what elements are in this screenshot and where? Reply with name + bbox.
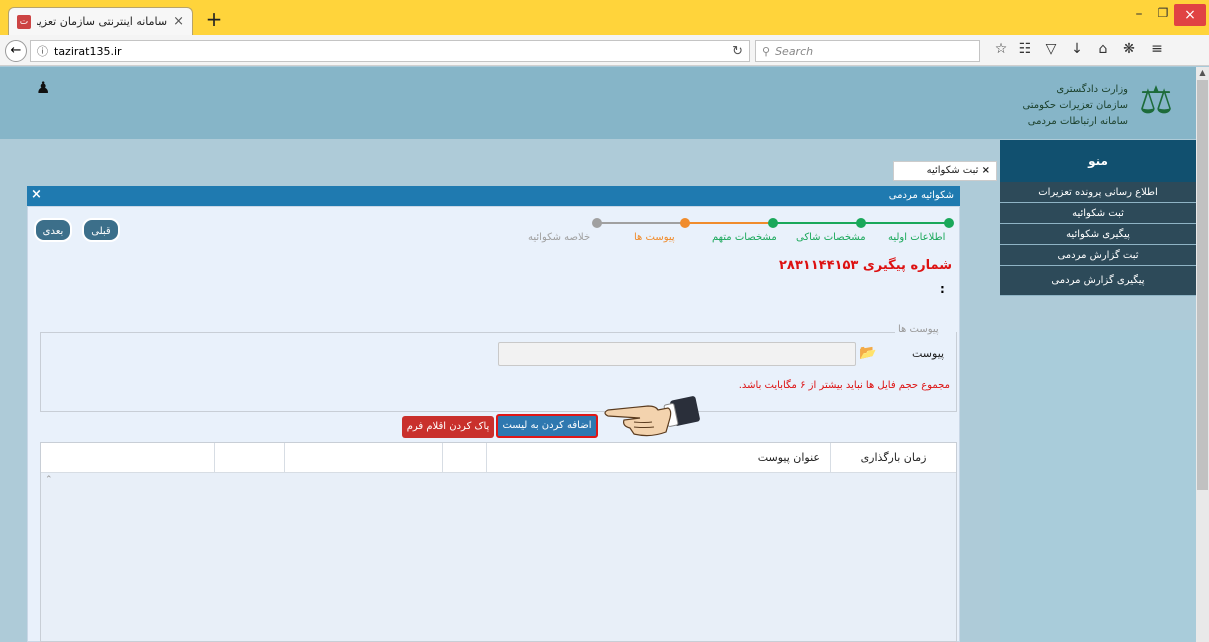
attachment-file-input[interactable] <box>498 342 856 366</box>
clear-form-button[interactable]: پاک کردن اقلام فرم <box>402 416 494 438</box>
column-upload-time: زمان بارگذاری <box>830 443 956 473</box>
search-icon: ⚲ <box>762 44 771 58</box>
sidebar-item-register-report[interactable]: ثبت گزارش مردمی <box>1000 245 1196 266</box>
bookmark-star-icon[interactable]: ☆ <box>990 41 1012 61</box>
next-button[interactable]: بعدی <box>34 218 72 242</box>
step-dot-accused <box>768 218 778 228</box>
form-close-icon[interactable]: × <box>31 187 42 202</box>
column-4 <box>284 443 442 473</box>
downloads-icon[interactable]: ↓ <box>1066 41 1088 61</box>
reload-icon[interactable]: ↻ <box>732 44 743 59</box>
home-icon[interactable]: ⌂ <box>1092 41 1114 61</box>
step-dot-initial-info <box>944 218 954 228</box>
user-icon[interactable]: ♟ <box>36 78 50 97</box>
tab-title: سامانه اینترنتی سازمان تعزیرات <box>37 15 168 28</box>
column-5 <box>214 443 284 473</box>
sidebar-background <box>1000 330 1196 642</box>
site-favicon-icon: ت <box>17 14 31 29</box>
org-line-3: سامانه ارتباطات مردمی <box>1027 116 1128 127</box>
scroll-up-icon[interactable]: ▲ <box>1196 68 1209 80</box>
sidebar-title: منو <box>1000 140 1196 182</box>
tab-register-complaint[interactable]: × ثبت شکوائیه <box>893 161 997 181</box>
organization-name: وزارت دادگستری سازمان تعزیرات حکومتی سام… <box>1018 82 1128 130</box>
folder-open-icon[interactable]: 📂 <box>857 342 879 366</box>
column-attachment-title: عنوان پیوست <box>486 443 830 473</box>
tab-close-icon[interactable]: × <box>173 14 184 29</box>
table-scroll-up-icon[interactable]: ⌃ <box>45 475 53 485</box>
step-label-accused: مشخصات متهم <box>712 232 777 243</box>
attachments-legend: پیوست ها <box>898 324 939 335</box>
form-header: شکوائیه مردمی <box>27 186 960 206</box>
scrollbar-thumb[interactable] <box>1197 80 1208 490</box>
menu-hamburger-icon[interactable]: ≡ <box>1146 41 1168 61</box>
site-info-icon[interactable]: ⓘ <box>37 43 48 59</box>
tracking-colon: : <box>940 282 945 296</box>
file-size-note: مجموع حجم فایل ها نباید بیشتر از ۶ مگابا… <box>738 380 950 391</box>
window-close-button[interactable]: × <box>1174 4 1206 26</box>
tab-close-icon[interactable]: × <box>982 165 990 176</box>
column-3 <box>442 443 486 473</box>
extension-icon[interactable]: ❋ <box>1118 41 1140 61</box>
step-label-summary: خلاصه شکوائیه <box>528 232 591 243</box>
window-minimize-button[interactable]: – <box>1128 6 1150 24</box>
tab-label: ثبت شکوائیه <box>926 165 979 176</box>
search-box[interactable]: ⚲ Search <box>755 40 980 62</box>
org-line-1: وزارت دادگستری <box>1056 84 1128 95</box>
new-tab-button[interactable]: + <box>202 9 226 31</box>
prev-button[interactable]: قبلی <box>82 218 120 242</box>
browser-tab[interactable]: × سامانه اینترنتی سازمان تعزیرات ت <box>8 7 193 35</box>
attachment-label: پیوست <box>912 347 945 360</box>
step-dot-summary <box>592 218 602 228</box>
window-maximize-button[interactable]: ❐ <box>1152 6 1174 24</box>
address-bar[interactable]: ⓘ tazirat135.ir ↻ <box>30 40 750 62</box>
sidebar-item-register-complaint[interactable]: ثبت شکوائیه <box>1000 203 1196 224</box>
tracking-number: شماره پیگیری ۲۸۳۱۱۴۴۱۵۳ <box>778 258 952 273</box>
step-label-attachments: پیوست ها <box>634 232 675 243</box>
step-dot-attachments <box>680 218 690 228</box>
org-line-2: سازمان تعزیرات حکومتی <box>1022 100 1128 111</box>
sidebar-item-track-report[interactable]: پیگیری گزارش مردمی <box>1000 266 1196 296</box>
step-dot-complainant <box>856 218 866 228</box>
step-connector <box>861 222 949 224</box>
step-label-initial-info: اطلاعات اولیه <box>888 232 946 243</box>
pocket-icon[interactable]: ▽ <box>1040 41 1062 61</box>
step-connector <box>773 222 861 224</box>
url-text: tazirat135.ir <box>54 44 122 58</box>
fieldset-top-border <box>40 332 895 333</box>
site-header <box>0 67 1196 139</box>
pointing-hand-icon <box>604 396 700 437</box>
justice-emblem-icon: ⚖ <box>1138 78 1174 122</box>
add-to-list-button[interactable]: اضافه کردن به لیست <box>496 414 598 438</box>
search-placeholder: Search <box>775 44 814 58</box>
sidebar-item-case-info[interactable]: اطلاع رسانی پرونده تعزیرات <box>1000 182 1196 203</box>
step-label-complainant: مشخصات شاکی <box>796 232 866 243</box>
back-button[interactable]: ← <box>5 40 27 62</box>
bookmarks-library-icon[interactable]: ☷ <box>1014 41 1036 61</box>
sidebar-item-track-complaint[interactable]: پیگیری شکوائیه <box>1000 224 1196 245</box>
step-connector <box>599 222 687 224</box>
step-connector <box>687 222 773 224</box>
